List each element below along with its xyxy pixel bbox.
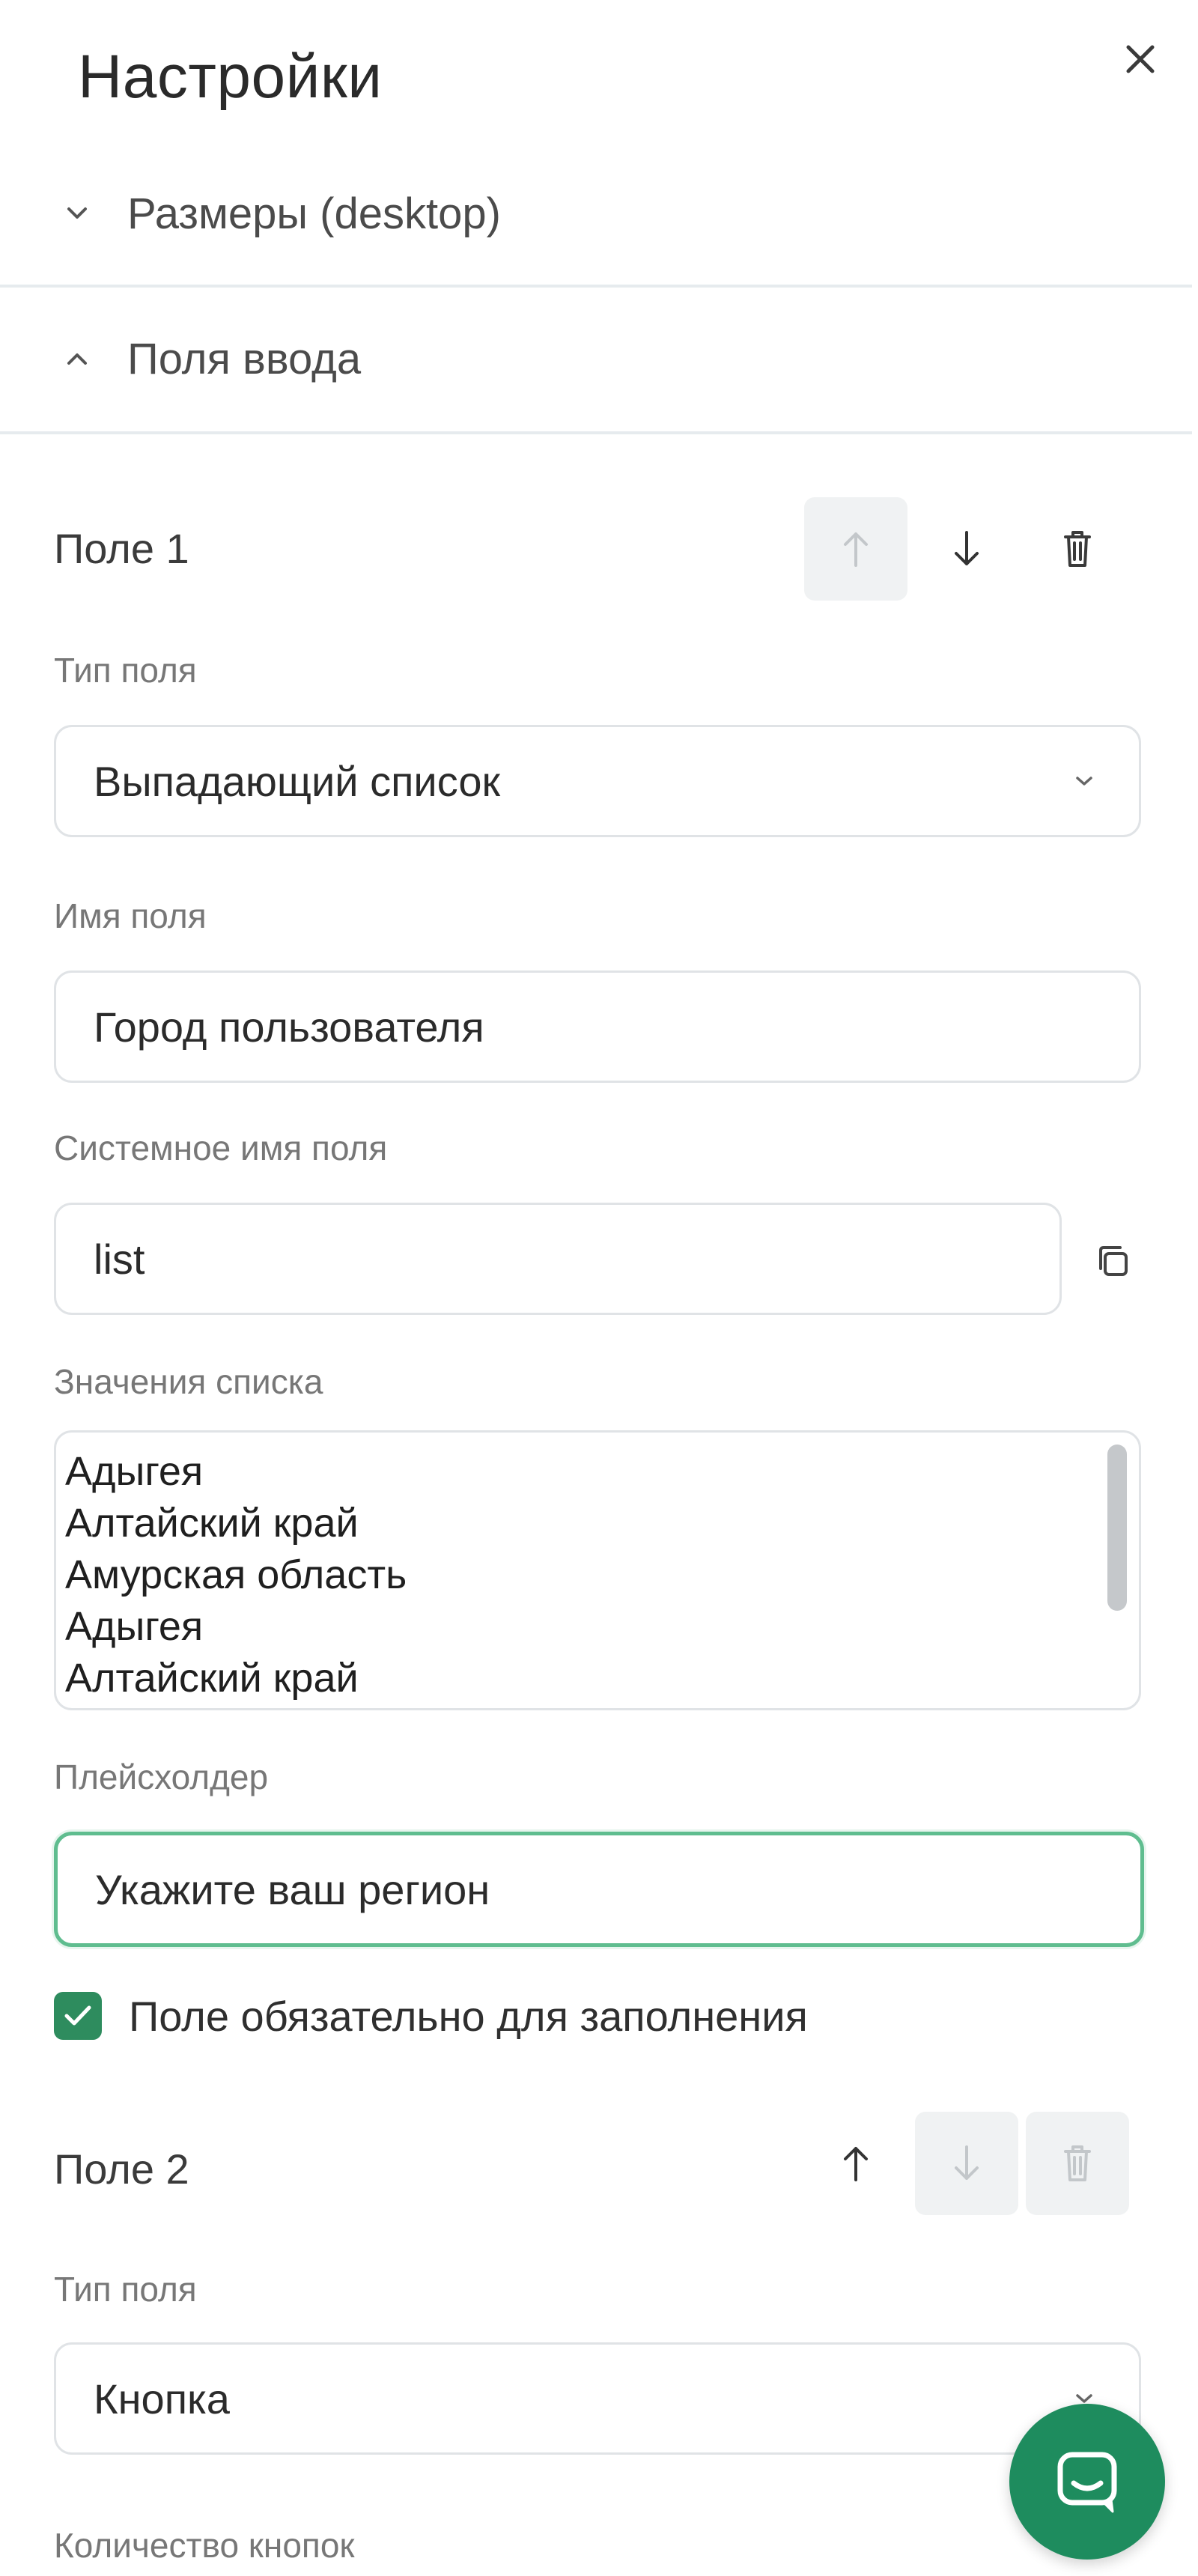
list-value-item: Амурская область: [65, 1552, 407, 1597]
list-value-item: Алтайский край: [65, 1656, 359, 1701]
section-sizes-toggle[interactable]: Размеры (desktop): [0, 142, 1192, 285]
field-1-system-name-input[interactable]: list: [54, 1203, 1062, 1315]
field-1-name-label: Имя поля: [54, 896, 207, 935]
chat-widget-button[interactable]: [1009, 2404, 1165, 2560]
section-sizes-label: Размеры (desktop): [127, 189, 501, 238]
list-value-item: Алтайский край: [65, 1501, 359, 1546]
chevron-down-icon: [1074, 2393, 1094, 2405]
field-2-move-down-button[interactable]: [915, 2112, 1018, 2215]
field-1-name-input[interactable]: Город пользователя: [54, 970, 1141, 1083]
field-2-title: Поле 2: [54, 2145, 189, 2193]
close-icon: [1126, 45, 1155, 73]
field-1-move-down-button[interactable]: [915, 497, 1018, 601]
field-1-system-name-value: list: [94, 1235, 145, 1283]
field-1-required-checkbox[interactable]: [54, 1992, 102, 2040]
field-1-placeholder-input[interactable]: Укажите ваш регион: [54, 1832, 1144, 1947]
field-1-placeholder-value: Укажите ваш регион: [95, 1865, 490, 1913]
textarea-scrollbar[interactable]: [1107, 1445, 1127, 1611]
arrow-up-icon: [844, 532, 868, 567]
field-2-type-value: Кнопка: [94, 2375, 230, 2422]
section-inputs-label: Поля ввода: [127, 334, 362, 383]
divider: [0, 431, 1192, 434]
trash-icon: [1064, 2145, 1091, 2181]
field-1-list-values-textarea[interactable]: Адыгея Алтайский край Амурская область А…: [54, 1430, 1141, 1710]
trash-icon: [1064, 531, 1091, 567]
chevron-down-icon: [51, 206, 103, 221]
field-2-type-label: Тип поля: [54, 2270, 197, 2309]
field-1-type-select[interactable]: Выпадающий список: [54, 725, 1141, 837]
field-2-move-up-button[interactable]: [804, 2112, 907, 2215]
field-2-type-select[interactable]: Кнопка: [54, 2342, 1141, 2455]
field-1-placeholder-label: Плейсхолдер: [54, 1758, 269, 1796]
arrow-down-icon: [955, 2145, 979, 2180]
field-1-type-label: Тип поля: [54, 651, 197, 690]
close-button[interactable]: [1108, 27, 1173, 91]
copy-button[interactable]: [1086, 1234, 1140, 1288]
checkmark-icon: [64, 2005, 91, 2026]
list-value-item: Адыгея: [65, 1604, 204, 1649]
section-inputs-toggle[interactable]: Поля ввода: [0, 288, 1192, 430]
copy-icon: [1099, 1246, 1128, 1276]
field-1-list-values-label: Значения списка: [54, 1362, 323, 1401]
arrow-up-icon: [844, 2147, 868, 2181]
field-1-system-name-label: Системное имя поля: [54, 1128, 388, 1167]
field-1-title: Поле 1: [54, 525, 189, 572]
list-values-lines: Адыгея Алтайский край Амурская область А…: [65, 1446, 407, 1704]
field-2-buttons-count-label: Количество кнопок: [54, 2526, 355, 2565]
list-value-item: Адыгея: [65, 1449, 204, 1494]
arrow-down-icon: [955, 531, 979, 565]
field-1-delete-button[interactable]: [1026, 497, 1129, 601]
field-2-delete-button[interactable]: [1026, 2112, 1129, 2215]
chevron-down-icon: [1074, 775, 1094, 787]
field-1-required-label: Поле обязательно для заполнения: [129, 1993, 808, 2040]
field-1-type-value: Выпадающий список: [94, 757, 500, 805]
page-title: Настройки: [78, 43, 383, 111]
chat-icon: [1057, 2452, 1117, 2513]
field-1-name-value: Город пользователя: [94, 1003, 484, 1051]
field-1-move-up-button[interactable]: [804, 497, 907, 601]
chevron-up-icon: [51, 351, 103, 366]
